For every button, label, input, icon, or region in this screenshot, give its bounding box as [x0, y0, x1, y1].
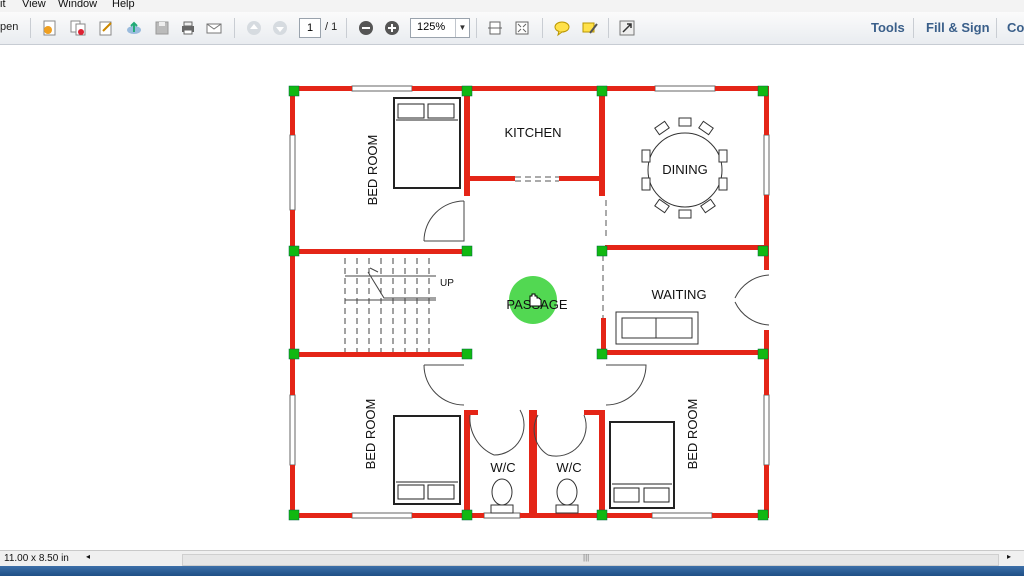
menu-help[interactable]: Help — [112, 0, 135, 10]
next-page-icon[interactable] — [270, 18, 290, 38]
toolbar-separator — [346, 18, 347, 38]
chevron-down-icon[interactable]: ▼ — [455, 19, 469, 37]
previous-page-icon[interactable] — [244, 18, 264, 38]
menu-window[interactable]: Window — [58, 0, 97, 10]
page-total: / 1 — [325, 21, 338, 33]
tools-button[interactable]: Tools — [871, 20, 905, 35]
edit-document-icon[interactable] — [96, 18, 116, 38]
label-waiting: WAITING — [651, 287, 706, 302]
label-bedroom-bottom-right: BED ROOM — [685, 399, 700, 470]
page-size-label: 11.00 x 8.50 in — [4, 553, 69, 564]
menu-bar: it View Window Help — [0, 0, 1024, 12]
label-dining: DINING — [662, 162, 708, 177]
fill-sign-button[interactable]: Fill & Sign — [926, 20, 990, 35]
toolbar-separator — [542, 18, 543, 38]
create-pdf-icon[interactable] — [40, 18, 60, 38]
highlight-text-icon[interactable] — [580, 18, 600, 38]
toolbar-separator — [234, 18, 235, 38]
cloud-upload-icon[interactable] — [124, 18, 144, 38]
scroll-right-icon[interactable]: ▸ — [1007, 552, 1011, 561]
print-icon[interactable] — [178, 18, 198, 38]
email-icon[interactable] — [204, 18, 224, 38]
toolbar-separator — [476, 18, 477, 38]
door-arcs — [423, 200, 770, 457]
label-stair-up: UP — [440, 278, 454, 289]
zoom-in-icon[interactable] — [382, 18, 402, 38]
toolbar-separator — [608, 18, 609, 38]
scroll-left-icon[interactable]: ◂ — [86, 552, 90, 561]
floor-plan: BED ROOM KITCHEN DINING UP PASSAGE WAITI… — [288, 85, 770, 521]
sofa — [615, 311, 699, 345]
staircase — [344, 258, 436, 352]
sticky-note-icon[interactable] — [552, 18, 572, 38]
combine-files-icon[interactable] — [68, 18, 88, 38]
toolbar-separator — [996, 18, 997, 38]
label-wc-left: W/C — [490, 460, 515, 475]
toolbar: pen 1 / 1 125% ▼ Tools Fill & Sign Co — [0, 12, 1024, 45]
label-bedroom-bottom-left: BED ROOM — [363, 399, 378, 470]
fit-page-icon[interactable] — [485, 18, 505, 38]
menu-edit[interactable]: it — [0, 0, 6, 10]
document-view[interactable]: BED ROOM KITCHEN DINING UP PASSAGE WAITI… — [0, 45, 1024, 550]
scrollbar-grip[interactable]: ||| — [583, 553, 589, 562]
expand-icon[interactable] — [617, 18, 637, 38]
horizontal-scrollbar[interactable]: ||| — [182, 553, 999, 566]
toolbar-separator — [30, 18, 31, 38]
label-wc-right: W/C — [556, 460, 581, 475]
toolbar-separator — [913, 18, 914, 38]
zoom-value: 125% — [417, 21, 446, 33]
full-screen-icon[interactable] — [512, 18, 532, 38]
status-bar: 11.00 x 8.50 in ◂ ||| ▸ — [0, 550, 1024, 567]
taskbar — [0, 566, 1024, 576]
label-bedroom-top: BED ROOM — [365, 135, 380, 206]
label-kitchen: KITCHEN — [504, 125, 561, 140]
page-number-input[interactable]: 1 — [299, 18, 321, 38]
open-label[interactable]: pen — [0, 21, 18, 33]
save-icon[interactable] — [152, 18, 172, 38]
zoom-select[interactable]: 125% ▼ — [410, 18, 470, 38]
menu-view[interactable]: View — [22, 0, 46, 10]
comment-button[interactable]: Co — [1007, 20, 1024, 35]
zoom-out-icon[interactable] — [356, 18, 376, 38]
